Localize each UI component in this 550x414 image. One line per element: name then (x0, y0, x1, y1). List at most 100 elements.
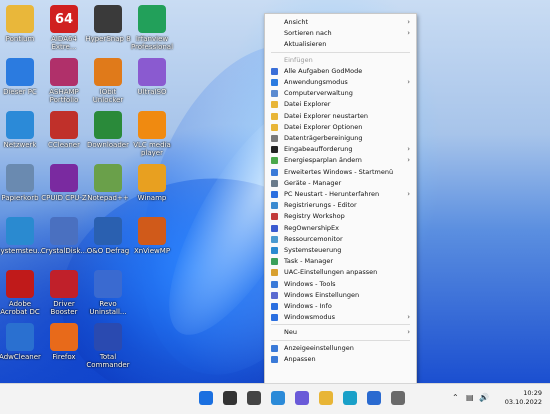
menu-item-tool[interactable]: Anwendungsmodus › (265, 77, 416, 88)
menu-item-icon (271, 90, 278, 98)
menu-item-tool[interactable]: Alle Aufgaben GodMode (265, 66, 416, 77)
menu-separator (271, 339, 410, 341)
menu-item-tool[interactable]: Energiesparplan ändern › (265, 155, 416, 166)
chat-icon[interactable] (295, 391, 309, 405)
menu-item-icon (271, 146, 278, 154)
desktop[interactable]: Pontium 64 AIDA64 Extre... HyperSnap 8 Irfan… (0, 0, 550, 383)
desktop-icon[interactable]: Total Commander (83, 323, 133, 369)
menu-item-display[interactable]: Anzeigeeinstellungen (265, 343, 416, 354)
menu-item-icon (271, 202, 278, 210)
menu-item-tool[interactable]: RegOwnershipEx (265, 223, 416, 234)
desktop-icon[interactable]: IObit Unlocker (83, 58, 133, 104)
network-icon[interactable]: ▤ (466, 393, 474, 402)
xnview-icon (138, 217, 166, 245)
chevron-right-icon: › (407, 313, 410, 322)
desktop-icon[interactable]: VLC media player (127, 111, 177, 157)
menu-item-tool[interactable]: Datei Explorer (265, 99, 416, 110)
revo-icon (94, 270, 122, 298)
menu-item-paste[interactable]: Einfügen (265, 55, 416, 66)
menu-item-tool[interactable]: UAC-Einstellungen anpassen (265, 267, 416, 278)
desktop-icon[interactable]: Irfanview Professional (127, 5, 177, 51)
menu-item-label: Ansicht (284, 18, 309, 26)
menu-item-label: Alle Aufgaben GodMode (284, 66, 363, 75)
menu-item-tool[interactable]: Windows - Tools (265, 279, 416, 290)
desktop-icon[interactable]: Winamp (127, 164, 177, 202)
menu-item-icon (271, 168, 278, 176)
desktop-icon[interactable]: CPUID CPU-Z (39, 164, 89, 202)
desktop-icon[interactable]: HyperSnap 8 (83, 5, 133, 43)
start-icon[interactable] (199, 391, 213, 405)
menu-item-tool[interactable]: Windowsmodus › (265, 312, 416, 323)
desktop-icon[interactable]: ASHAMP Portfolio (39, 58, 89, 104)
network-icon (6, 111, 34, 139)
menu-item-icon (271, 314, 278, 322)
desktop-icon[interactable]: CCleaner (39, 111, 89, 149)
menu-item-tool[interactable]: Datei Explorer neustarten (265, 111, 416, 122)
menu-item-label: Anpassen (284, 354, 316, 363)
menu-item-icon (271, 355, 278, 363)
control-panel-icon (6, 217, 34, 245)
firefox-icon (50, 323, 78, 351)
desktop-icon[interactable]: Notepad++ (83, 164, 133, 202)
system-clock[interactable]: 10:29 03.10.2022 (505, 389, 542, 407)
desktop-context-menu: Ansicht › Sortieren nach › Aktualisieren Einf… (264, 13, 417, 383)
menu-item-icon (271, 291, 278, 299)
chevron-up-icon[interactable]: ⌃ (452, 393, 459, 402)
desktop-icon[interactable]: Downloader (83, 111, 133, 149)
menu-item-tool[interactable]: Task - Manager (265, 256, 416, 267)
menu-item-label: Neu (284, 328, 297, 337)
adwcleaner-icon (6, 323, 34, 351)
desktop-icon[interactable]: XnViewMP (127, 217, 177, 255)
desktop-icon[interactable]: 64 AIDA64 Extre... (39, 5, 89, 51)
menu-item-display[interactable]: Anpassen (265, 354, 416, 365)
menu-item-tool[interactable]: PC Neustart - Herunterfahren › (265, 189, 416, 200)
desktop-icon-label: AIDA64 Extre... (51, 35, 77, 51)
volume-icon[interactable]: 🔊 (479, 393, 489, 402)
desktop-icon[interactable]: Driver Booster 10 (39, 270, 89, 316)
menu-item-tool[interactable]: Registrierungs - Editor (265, 200, 416, 211)
computer-icon (6, 58, 34, 86)
menu-item-tool[interactable]: Windows Einstellungen (265, 290, 416, 301)
menu-item-tool[interactable]: Datenträgerbereinigung (265, 133, 416, 144)
menu-item-icon (271, 235, 278, 243)
menu-item-sortieren-nach[interactable]: Sortieren nach › (265, 28, 416, 39)
store-icon[interactable] (367, 391, 381, 405)
menu-item-icon (271, 112, 278, 120)
desktop-icon[interactable]: O&O Defrag (83, 217, 133, 255)
menu-item-tool[interactable]: Datei Explorer Optionen (265, 122, 416, 133)
menu-item-tool[interactable]: Computerverwaltung (265, 88, 416, 99)
menu-item-icon (271, 269, 278, 277)
menu-item-icon (271, 179, 278, 187)
menu-item-tool[interactable]: Systemsteuerung (265, 245, 416, 256)
menu-item-tool[interactable]: Geräte - Manager (265, 178, 416, 189)
desktop-icon[interactable]: Firefox (39, 323, 89, 361)
desktop-icon[interactable]: CrystalDisk... (39, 217, 89, 255)
task-view-icon[interactable] (247, 391, 261, 405)
search-icon[interactable] (223, 391, 237, 405)
menu-item-aktualisieren[interactable]: Aktualisieren (265, 39, 416, 50)
menu-item-ansicht[interactable]: Ansicht › (265, 17, 416, 28)
desktop-icon[interactable]: Revo Uninstall... (83, 270, 133, 316)
menu-item-tool[interactable]: Eingabeaufforderung › (265, 144, 416, 155)
file-explorer-icon[interactable] (319, 391, 333, 405)
settings-icon[interactable] (391, 391, 405, 405)
menu-item-label: Aktualisieren (284, 40, 327, 49)
menu-item-label: Task - Manager (284, 257, 333, 266)
edge-icon[interactable] (343, 391, 357, 405)
widgets-icon[interactable] (271, 391, 285, 405)
menu-item-tool[interactable]: Ressourcemonitor (265, 234, 416, 245)
menu-item-icon (271, 213, 278, 221)
menu-item-label: UAC-Einstellungen anpassen (284, 268, 378, 277)
unlocker-icon (94, 58, 122, 86)
chevron-right-icon: › (407, 156, 410, 165)
desktop-icon-label: Downloader (87, 141, 129, 149)
menu-item-tool[interactable]: Registry Workshop (265, 211, 416, 222)
menu-item-icon (271, 303, 278, 310)
desktop-icon[interactable]: UltraISO (127, 58, 177, 96)
menu-item-new[interactable]: Neu › (265, 327, 416, 338)
menu-item-icon (271, 280, 278, 288)
menu-item-label: Windowsmodus (284, 313, 335, 322)
menu-item-tool[interactable]: Windows - Info (265, 301, 416, 312)
ashampoo-icon (50, 58, 78, 86)
menu-item-tool[interactable]: Erweitertes Windows - Startmenü (265, 167, 416, 178)
